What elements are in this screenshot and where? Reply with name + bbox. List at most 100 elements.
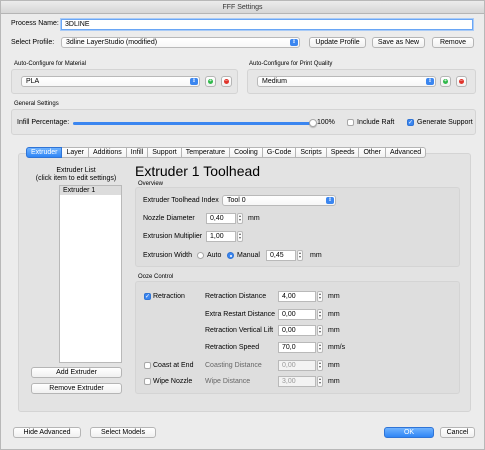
quality-select[interactable]: Medium ⇕	[257, 76, 436, 87]
extrusion-width-unit: mm	[310, 252, 322, 259]
chevron-updown-icon: ⇕	[290, 39, 298, 46]
chevron-updown-icon: ⇕	[426, 78, 434, 85]
raft-checkbox[interactable]	[347, 119, 354, 126]
extra-restart-distance-label: Extra Restart Distance	[205, 311, 276, 318]
wipe-distance-stepper[interactable]: ▴ ▾	[317, 376, 323, 387]
retraction-distance-stepper[interactable]: ▴ ▾	[317, 291, 323, 302]
extrusion-width-manual-radio[interactable]	[227, 252, 234, 259]
coasting-distance-unit: mm	[328, 362, 340, 369]
extrusion-width-input[interactable]: 0,45	[266, 250, 296, 261]
add-quality-button[interactable]: +	[440, 76, 451, 87]
tab-g-code[interactable]: G-Code	[262, 147, 297, 158]
coasting-distance-input[interactable]: 0,00	[278, 360, 316, 371]
tab-speeds[interactable]: Speeds	[326, 147, 360, 158]
window-title: FFF Settings	[1, 1, 484, 14]
extruder-heading: Extruder 1 Toolhead	[135, 163, 261, 179]
support-label: Generate Support	[417, 119, 473, 126]
profile-select-value: 3dline LayerStudio (modified)	[66, 39, 158, 46]
extrusion-multiplier-stepper[interactable]: ▴ ▾	[237, 231, 243, 242]
extrusion-multiplier-label: Extrusion Multiplier	[143, 233, 203, 240]
select-models-button[interactable]: Select Models	[90, 427, 156, 438]
retraction-vertical-lift-unit: mm	[328, 327, 340, 334]
plus-icon: +	[443, 78, 448, 84]
retraction-speed-input[interactable]: 70,0	[278, 342, 316, 353]
minus-icon: −	[224, 78, 229, 84]
material-select[interactable]: PLA ⇕	[21, 76, 200, 87]
nozzle-diameter-stepper[interactable]: ▴ ▾	[237, 213, 243, 224]
process-name-input[interactable]: 3DLINE	[61, 19, 473, 30]
extrusion-width-auto-label: Auto	[207, 252, 222, 259]
extruder-list[interactable]: Extruder 1	[59, 185, 122, 363]
coasting-distance-stepper[interactable]: ▴ ▾	[317, 360, 323, 371]
tab-temperature[interactable]: Temperature	[181, 147, 231, 158]
profile-select[interactable]: 3dline LayerStudio (modified) ⇕	[61, 37, 300, 48]
toolhead-index-select[interactable]: Tool 0 ⇕	[222, 195, 336, 206]
tab-bar: Extruder Layer Additions Infill Support Tempe…	[26, 147, 427, 158]
extra-restart-distance-stepper[interactable]: ▴ ▾	[317, 309, 323, 320]
tab-other[interactable]: Other	[359, 147, 386, 158]
extruder-list-item[interactable]: Extruder 1	[60, 186, 121, 195]
retraction-vertical-lift-input[interactable]: 0,00	[278, 325, 316, 336]
wipe-nozzle-checkbox[interactable]	[144, 378, 151, 385]
remove-extruder-button[interactable]: Remove Extruder	[31, 383, 122, 394]
wipe-distance-input[interactable]: 3,00	[278, 376, 316, 387]
ooze-section-title: Ooze Control	[138, 274, 174, 280]
extrusion-width-stepper[interactable]: ▴ ▾	[297, 250, 303, 261]
quality-section-title: Auto-Configure for Print Quality	[249, 61, 333, 67]
extrusion-width-manual-label: Manual	[237, 252, 260, 259]
material-select-value: PLA	[26, 78, 40, 85]
tab-cooling[interactable]: Cooling	[230, 147, 263, 158]
retraction-speed-stepper[interactable]: ▴ ▾	[317, 342, 323, 353]
retraction-label: Retraction	[153, 293, 185, 300]
coasting-distance-label: Coasting Distance	[205, 362, 262, 369]
retraction-vertical-lift-label: Retraction Vertical Lift	[205, 327, 274, 334]
tab-scripts[interactable]: Scripts	[296, 147, 327, 158]
raft-label: Include Raft	[357, 119, 395, 126]
extra-restart-distance-input[interactable]: 0,00	[278, 309, 316, 320]
remove-quality-button[interactable]: −	[456, 76, 467, 87]
retraction-checkbox[interactable]: ✓	[144, 293, 151, 300]
infill-value: 100%	[317, 119, 335, 126]
infill-slider-fill	[73, 122, 313, 125]
extra-restart-distance-unit: mm	[328, 311, 340, 318]
coast-at-end-checkbox[interactable]	[144, 362, 151, 369]
nozzle-diameter-unit: mm	[248, 215, 260, 222]
coast-at-end-label: Coast at End	[153, 362, 194, 369]
quality-select-value: Medium	[262, 78, 287, 85]
minus-icon: −	[459, 78, 464, 84]
wipe-nozzle-label: Wipe Nozzle	[153, 378, 193, 385]
support-checkbox[interactable]: ✓	[407, 119, 414, 126]
general-section-title: General Settings	[14, 101, 59, 107]
infill-slider-handle[interactable]	[309, 119, 317, 127]
tab-infill[interactable]: Infill	[126, 147, 149, 158]
tab-layer[interactable]: Layer	[62, 147, 89, 158]
retraction-vertical-lift-stepper[interactable]: ▴ ▾	[317, 325, 323, 336]
extrusion-width-label: Extrusion Width	[143, 252, 193, 259]
retraction-distance-input[interactable]: 4,00	[278, 291, 316, 302]
ok-button[interactable]: OK	[384, 427, 434, 438]
tab-support[interactable]: Support	[148, 147, 182, 158]
tab-advanced[interactable]: Advanced	[386, 147, 427, 158]
select-profile-label: Select Profile:	[11, 39, 55, 46]
material-section-title: Auto-Configure for Material	[14, 61, 87, 67]
cancel-button[interactable]: Cancel	[440, 427, 475, 438]
infill-label: Infill Percentage:	[17, 119, 70, 126]
extruder-list-title: Extruder List	[56, 167, 96, 174]
tab-additions[interactable]: Additions	[88, 147, 127, 158]
remove-profile-button[interactable]: Remove	[432, 37, 474, 48]
add-extruder-button[interactable]: Add Extruder	[31, 367, 122, 378]
nozzle-diameter-input[interactable]: 0,40	[206, 213, 236, 224]
extrusion-width-auto-radio[interactable]	[197, 252, 204, 259]
extruder-list-subtitle: (click item to edit settings)	[35, 175, 117, 182]
nozzle-diameter-label: Nozzle Diameter	[143, 215, 195, 222]
hide-advanced-button[interactable]: Hide Advanced	[13, 427, 81, 438]
chevron-updown-icon: ⇕	[326, 197, 334, 204]
retraction-distance-unit: mm	[328, 293, 340, 300]
tab-extruder[interactable]: Extruder	[26, 147, 63, 158]
remove-material-button[interactable]: −	[221, 76, 232, 87]
update-profile-button[interactable]: Update Profile	[309, 37, 366, 48]
add-material-button[interactable]: +	[205, 76, 216, 87]
wipe-distance-label: Wipe Distance	[205, 378, 251, 385]
extrusion-multiplier-input[interactable]: 1,00	[206, 231, 236, 242]
save-as-new-button[interactable]: Save as New	[372, 37, 425, 48]
